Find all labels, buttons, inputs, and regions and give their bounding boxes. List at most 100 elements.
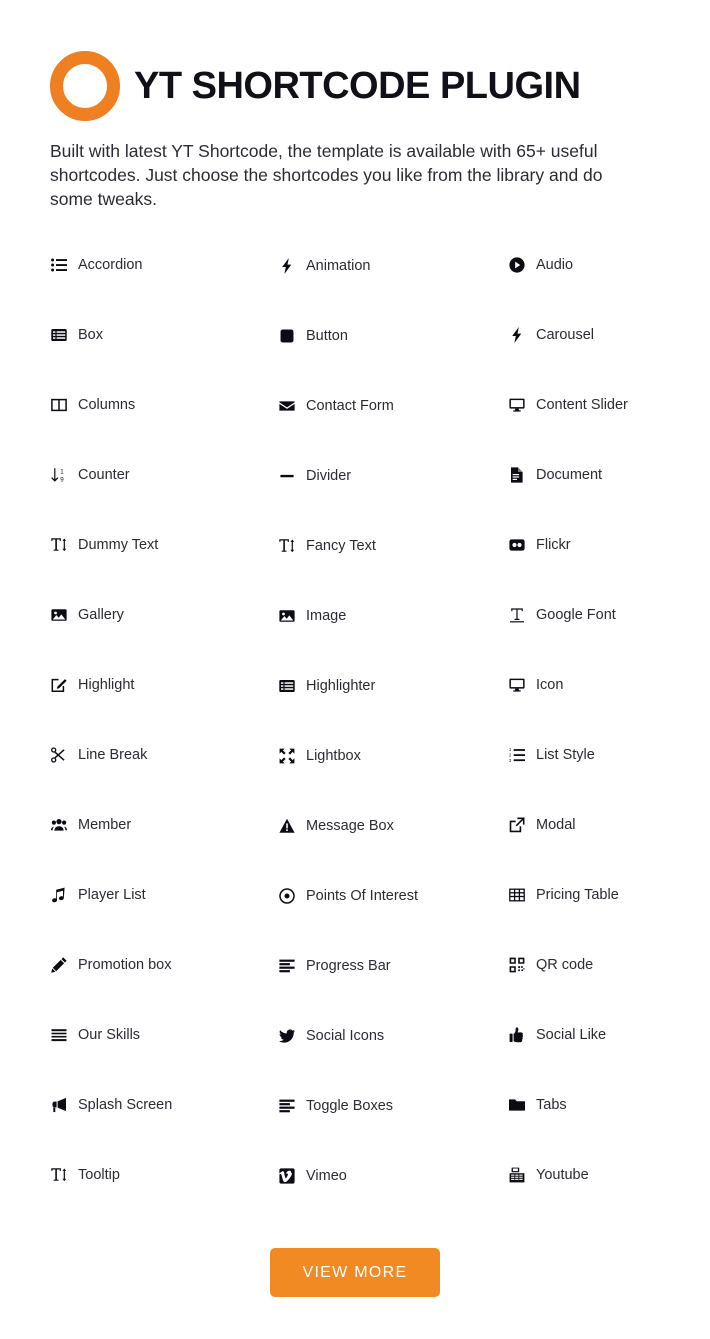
shortcode-item[interactable]: Dummy Text	[50, 532, 278, 558]
shortcode-item[interactable]: Social Icons	[278, 1023, 508, 1049]
shortcode-item-label: Line Break	[78, 746, 148, 763]
shortcode-item[interactable]: 1 2 3 List Style	[508, 742, 670, 768]
bullhorn-icon	[50, 1097, 67, 1114]
dot-circle-icon	[278, 888, 295, 905]
list-ol-icon: 123	[508, 747, 525, 764]
flickr-icon	[508, 537, 525, 554]
warning-triangle-icon	[278, 818, 295, 835]
shortcode-item[interactable]: Icon	[508, 672, 670, 698]
folder-icon	[508, 1097, 525, 1114]
image-icon	[278, 608, 295, 625]
shortcode-item-label: Carousel	[536, 326, 595, 343]
shortcode-item[interactable]: Splash Screen	[50, 1092, 278, 1118]
shortcode-item-label: Toggle Boxes	[306, 1097, 394, 1114]
shortcode-item-label: Member	[78, 816, 132, 833]
shortcode-item[interactable]: Document	[508, 462, 670, 488]
shortcode-item-label: Image	[306, 607, 347, 624]
shortcode-item[interactable]: Pricing Table	[508, 882, 670, 908]
shortcode-item-label: Message Box	[306, 817, 394, 834]
shortcode-item[interactable]: Contact Form	[278, 393, 508, 419]
shortcode-item[interactable]: Toggle Boxes	[278, 1093, 508, 1119]
shortcode-item[interactable]: Button	[278, 323, 508, 349]
text-height-icon	[278, 538, 295, 555]
view-more-button[interactable]: VIEW MORE	[270, 1248, 440, 1297]
shortcode-item-label: Fancy Text	[306, 537, 376, 554]
shortcode-item[interactable]: Points Of Interest	[278, 883, 508, 909]
qrcode-icon	[508, 957, 525, 974]
shortcode-item[interactable]: Flickr	[508, 532, 670, 558]
shortcode-item[interactable]: Animation	[278, 253, 508, 279]
pencil-icon	[50, 957, 67, 974]
shortcode-item[interactable]: Tabs	[508, 1092, 670, 1118]
shortcode-item[interactable]: Gallery	[50, 602, 278, 628]
shortcode-item-label: Social Icons	[306, 1027, 385, 1044]
orange-ring-logo-icon	[50, 51, 120, 121]
shortcode-item[interactable]: Youtube	[508, 1162, 670, 1188]
list-ul-icon	[50, 257, 67, 274]
shortcode-item[interactable]: Vimeo	[278, 1163, 508, 1189]
shortcode-item-label: Button	[306, 327, 348, 344]
svg-text:9: 9	[60, 477, 64, 483]
vimeo-icon	[278, 1168, 295, 1185]
shortcode-item[interactable]: QR code	[508, 952, 670, 978]
intro-paragraph: Built with latest YT Shortcode, the temp…	[50, 141, 603, 209]
list-alt-icon	[278, 678, 295, 695]
shortcode-item-label: Pricing Table	[536, 886, 619, 903]
list-alt-icon	[50, 327, 67, 344]
play-circle-icon	[508, 257, 525, 274]
shortcode-item[interactable]: Highlight	[50, 672, 278, 698]
columns-icon	[50, 397, 67, 414]
shortcode-item-label: Progress Bar	[306, 957, 391, 974]
shortcode-item-label: Dummy Text	[78, 536, 159, 553]
shortcode-item-label: Document	[536, 466, 603, 483]
shortcode-item-label: Our Skills	[78, 1026, 141, 1043]
shortcode-item[interactable]: Fancy Text	[278, 533, 508, 559]
shortcode-item[interactable]: Lightbox	[278, 743, 508, 769]
shortcode-item-label: Counter	[78, 466, 130, 483]
shortcode-item[interactable]: Columns	[50, 392, 278, 418]
shortcode-item[interactable]: Promotion box	[50, 952, 278, 978]
shortcode-item-label: Box	[78, 326, 103, 343]
shortcode-item[interactable]: Member	[50, 812, 278, 838]
shortcode-plugin-page: YT SHORTCODE PLUGIN Built with latest YT…	[0, 0, 710, 1339]
shortcode-item[interactable]: Modal	[508, 812, 670, 838]
shortcode-item-label: Promotion box	[78, 956, 172, 973]
shortcode-item[interactable]: Box	[50, 322, 278, 348]
shortcode-item[interactable]: Player List	[50, 882, 278, 908]
shortcode-item-label: Flickr	[536, 536, 571, 553]
text-height-icon	[50, 537, 67, 554]
shortcode-item-label: Splash Screen	[78, 1096, 173, 1113]
shortcode-item-label: Points Of Interest	[306, 887, 419, 904]
shortcode-item-label: Divider	[306, 467, 352, 484]
desktop-icon	[508, 397, 525, 414]
shortcode-item[interactable]: Content Slider	[508, 392, 670, 418]
shortcode-item-label: QR code	[536, 956, 594, 973]
align-bars-icon	[278, 958, 295, 975]
shortcode-item-label: Social Like	[536, 1026, 607, 1043]
shortcode-item-label: Tabs	[536, 1096, 567, 1113]
shortcode-item[interactable]: Tooltip	[50, 1162, 278, 1188]
shortcode-item-label: Content Slider	[536, 396, 628, 413]
thumbs-up-icon	[508, 1027, 525, 1044]
shortcode-item[interactable]: Our Skills	[50, 1022, 278, 1048]
shortcode-item[interactable]: Accordion	[50, 252, 278, 278]
shortcode-item[interactable]: Message Box	[278, 813, 508, 839]
text-width-icon	[508, 607, 525, 624]
shortcode-item[interactable]: 1 9 Counter	[50, 462, 278, 488]
shortcode-item-label: Icon	[536, 676, 564, 693]
page-header: YT SHORTCODE PLUGIN	[50, 50, 581, 122]
shortcode-item[interactable]: Progress Bar	[278, 953, 508, 979]
users-icon	[50, 817, 67, 834]
shortcode-item[interactable]: Carousel	[508, 322, 670, 348]
shortcode-item[interactable]: Line Break	[50, 742, 278, 768]
shortcode-item-label: Highlight	[78, 676, 135, 693]
shortcode-item[interactable]: Divider	[278, 463, 508, 489]
shortcode-item[interactable]: Social Like	[508, 1022, 670, 1048]
shortcode-item[interactable]: Audio	[508, 252, 670, 278]
music-note-icon	[50, 887, 67, 904]
shortcode-item[interactable]: Google Font	[508, 602, 670, 628]
shortcode-item[interactable]: Image	[278, 603, 508, 629]
shortcode-item-label: Youtube	[536, 1166, 589, 1183]
bolt-icon	[278, 258, 295, 275]
shortcode-item[interactable]: Highlighter	[278, 673, 508, 699]
